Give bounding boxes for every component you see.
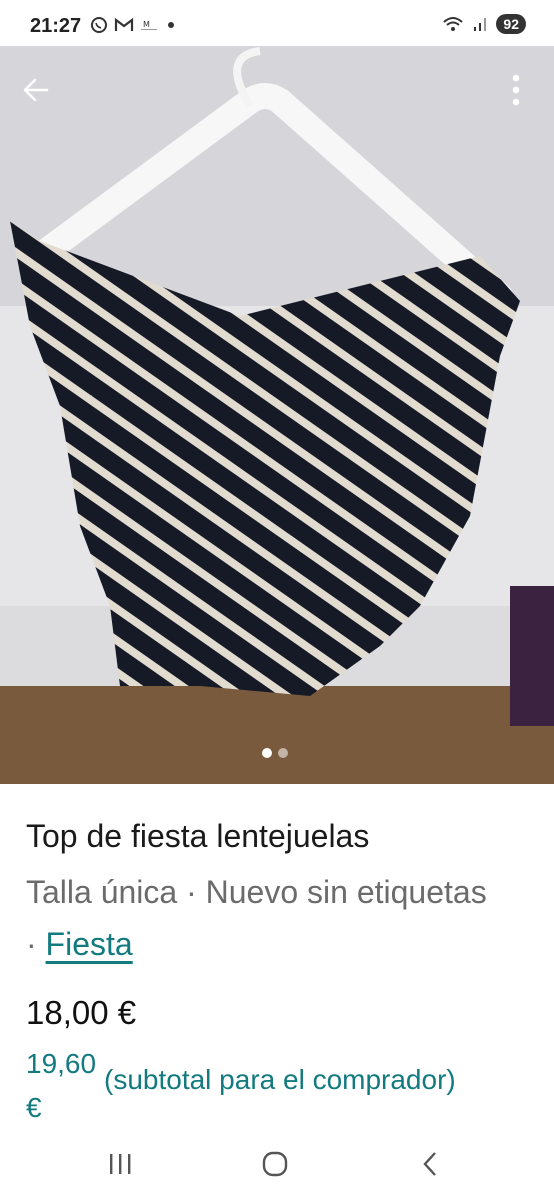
- carousel-dot[interactable]: [278, 748, 288, 758]
- product-title: Top de fiesta lentejuelas: [26, 818, 370, 854]
- buyer-price[interactable]: 19,60 €: [26, 1042, 96, 1130]
- svg-text:M: M: [143, 20, 150, 29]
- navigation-bar: [0, 1130, 554, 1200]
- status-time: 21:27: [30, 15, 82, 37]
- carousel-indicator: [262, 748, 288, 758]
- category-link[interactable]: Fiesta: [46, 926, 133, 962]
- gmail-icon: [114, 17, 134, 31]
- more-vertical-icon: [512, 74, 520, 106]
- battery-badge: 92: [496, 14, 526, 34]
- status-right: 92: [442, 14, 526, 34]
- wifi-icon: [443, 17, 464, 31]
- product-subtitle: Talla única · Nuevo sin etiquetas · Fies…: [26, 866, 506, 970]
- back-button[interactable]: [12, 66, 60, 114]
- back-nav-button[interactable]: [400, 1146, 460, 1182]
- product-image-carousel[interactable]: [0, 46, 554, 784]
- whatsapp-icon: [91, 17, 107, 33]
- home-icon: [262, 1151, 288, 1177]
- recents-icon: [110, 1154, 131, 1174]
- product-price: 18,00 €: [26, 994, 137, 1031]
- dot-icon: [168, 22, 174, 28]
- recents-button[interactable]: [90, 1146, 150, 1182]
- chevron-left-icon: [423, 1152, 436, 1176]
- notification-icons: M: [90, 16, 178, 34]
- product-photo: [0, 46, 554, 784]
- arrow-left-icon: [23, 78, 49, 102]
- signal-icon: [474, 18, 487, 31]
- app-icon: M: [141, 20, 157, 30]
- status-bar: 21:27 M 92: [0, 0, 554, 46]
- home-button[interactable]: [245, 1146, 305, 1182]
- buyer-price-note[interactable]: (subtotal para el comprador): [104, 1064, 456, 1096]
- carousel-dot-active[interactable]: [262, 748, 272, 758]
- more-options-button[interactable]: [492, 66, 540, 114]
